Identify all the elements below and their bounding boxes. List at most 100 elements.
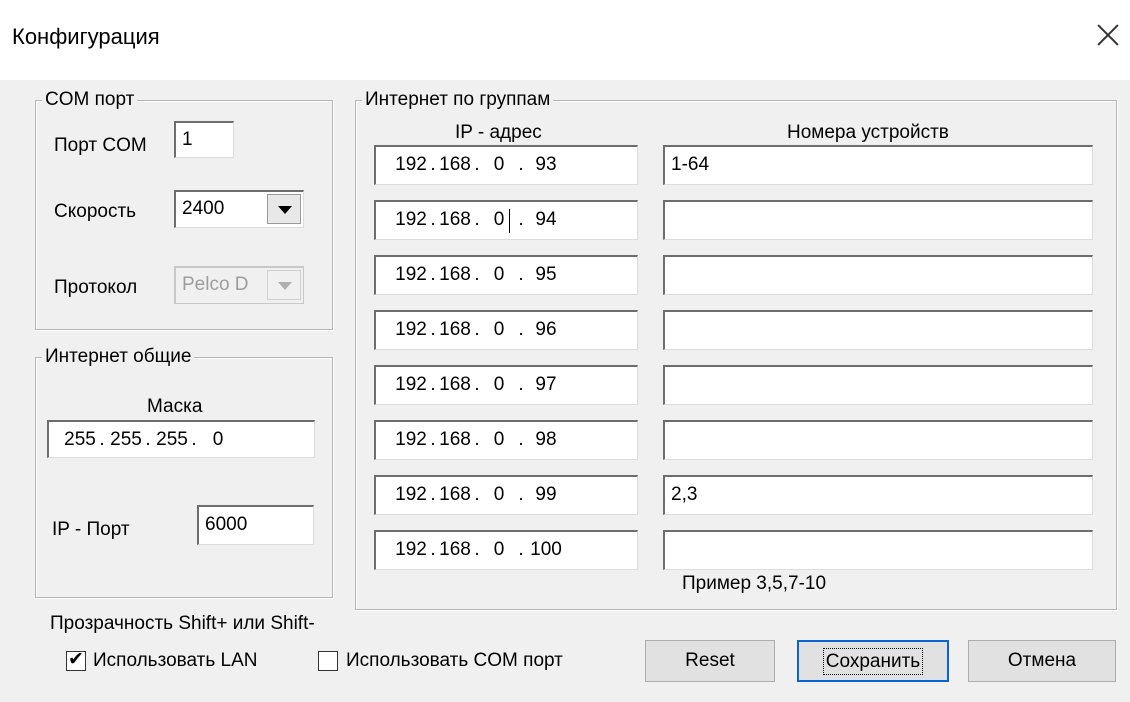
ip-octet-3: 0 xyxy=(493,209,505,230)
ip-dot: . xyxy=(430,154,436,175)
ip-octet-3: 0 xyxy=(493,264,505,285)
mask-dot: . xyxy=(191,429,197,450)
ip-port-input[interactable]: 6000 xyxy=(197,505,314,545)
ip-octet-4: 95 xyxy=(535,264,557,285)
ip-octet-1: 192 xyxy=(395,429,427,450)
window-title: Конфигурация xyxy=(12,24,160,49)
speed-value: 2400 xyxy=(182,198,225,219)
ip-octet-3: 0 xyxy=(493,484,505,505)
ip-dot: . xyxy=(430,374,436,395)
device-numbers-input[interactable] xyxy=(663,255,1093,295)
ip-octet-4: 100 xyxy=(530,539,562,560)
ip-octet-3: 0 xyxy=(493,539,505,560)
ip-dot: . xyxy=(518,429,524,450)
device-numbers-header: Номера устройств xyxy=(787,122,949,143)
ip-octet-2: 168 xyxy=(439,429,471,450)
com-port-legend: COM порт xyxy=(42,88,138,112)
ip-dot: . xyxy=(474,429,480,450)
ip-address-input[interactable]: 192 168 0 94... xyxy=(374,200,638,240)
ip-dot: . xyxy=(518,154,524,175)
cancel-button[interactable]: Отмена xyxy=(968,640,1116,682)
ip-dot: . xyxy=(474,539,480,560)
use-lan-label[interactable]: Использовать LAN xyxy=(93,649,258,673)
ip-octet-1: 192 xyxy=(395,484,427,505)
protocol-dropdown-button xyxy=(267,270,301,300)
ip-address-input[interactable]: 192 168 0 97... xyxy=(374,365,638,405)
device-numbers-input[interactable] xyxy=(663,200,1093,240)
device-numbers-input[interactable] xyxy=(663,310,1093,350)
ip-octet-2: 168 xyxy=(439,264,471,285)
ip-octet-4: 94 xyxy=(535,209,557,230)
mask-dot: . xyxy=(99,429,105,450)
internet-general-group: Интернет общие xyxy=(35,345,333,598)
ip-octet-2: 168 xyxy=(439,484,471,505)
ip-dot: . xyxy=(518,319,524,340)
ip-octet-1: 192 xyxy=(395,374,427,395)
ip-octet-2: 168 xyxy=(439,209,471,230)
ip-octet-4: 99 xyxy=(535,484,557,505)
speed-label: Скорость xyxy=(54,201,137,222)
mask-octet-2: 255 xyxy=(110,429,142,450)
ip-dot: . xyxy=(430,264,436,285)
title-bar: Конфигурация xyxy=(0,0,1130,80)
use-com-checkbox[interactable] xyxy=(318,651,338,671)
port-com-input[interactable]: 1 xyxy=(174,121,234,158)
use-com-label[interactable]: Использовать COM порт xyxy=(346,649,563,673)
ip-octet-1: 192 xyxy=(395,264,427,285)
protocol-value: Pelco D xyxy=(182,274,249,295)
ip-address-input[interactable]: 192 168 0 100... xyxy=(374,530,638,570)
ip-octet-4: 93 xyxy=(535,154,557,175)
text-caret xyxy=(509,209,510,233)
speed-dropdown-button[interactable] xyxy=(267,194,301,224)
internet-general-legend: Интернет общие xyxy=(42,345,195,369)
ip-octet-3: 0 xyxy=(493,374,505,395)
reset-button[interactable]: Reset xyxy=(645,640,775,682)
ip-octet-1: 192 xyxy=(395,539,427,560)
ip-dot: . xyxy=(518,484,524,505)
port-com-label: Порт COM xyxy=(54,135,147,156)
ip-port-label: IP - Порт xyxy=(52,519,130,540)
ip-dot: . xyxy=(430,484,436,505)
ip-address-input[interactable]: 192 168 0 93... xyxy=(374,145,638,185)
ip-octet-2: 168 xyxy=(439,319,471,340)
device-numbers-input[interactable] xyxy=(663,420,1093,460)
ip-octet-4: 97 xyxy=(535,374,557,395)
ip-address-input[interactable]: 192 168 0 98... xyxy=(374,420,638,460)
ip-octet-1: 192 xyxy=(395,319,427,340)
close-icon[interactable] xyxy=(1090,18,1126,54)
ip-dot: . xyxy=(430,429,436,450)
ip-dot: . xyxy=(474,319,480,340)
ip-dot: . xyxy=(518,209,524,230)
speed-select[interactable]: 2400 xyxy=(174,190,304,228)
protocol-label: Протокол xyxy=(54,277,138,298)
ip-address-input[interactable]: 192 168 0 95... xyxy=(374,255,638,295)
device-numbers-input[interactable] xyxy=(663,530,1093,570)
ip-octet-1: 192 xyxy=(395,209,427,230)
ip-dot: . xyxy=(518,374,524,395)
ip-address-input[interactable]: 192 168 0 96... xyxy=(374,310,638,350)
ip-address-input[interactable]: 192 168 0 99... xyxy=(374,475,638,515)
ip-dot: . xyxy=(430,209,436,230)
chevron-down-icon xyxy=(278,206,292,214)
device-numbers-input[interactable]: 1-64 xyxy=(663,145,1093,185)
ip-dot: . xyxy=(430,319,436,340)
mask-octet-4: 0 xyxy=(212,429,224,450)
ip-dot: . xyxy=(474,264,480,285)
ip-dot: . xyxy=(474,209,480,230)
protocol-select: Pelco D xyxy=(174,266,304,304)
ip-dot: . xyxy=(518,264,524,285)
use-lan-checkbox[interactable]: ✔ xyxy=(66,649,86,671)
ip-octet-4: 98 xyxy=(535,429,557,450)
save-button[interactable]: Сохранить xyxy=(797,640,949,682)
save-button-label: Сохранить xyxy=(822,648,924,675)
mask-label: Маска xyxy=(147,396,203,417)
ip-octet-2: 168 xyxy=(439,374,471,395)
ip-octet-1: 192 xyxy=(395,154,427,175)
ip-dot: . xyxy=(474,154,480,175)
ip-octet-3: 0 xyxy=(493,429,505,450)
mask-input[interactable]: 255 . 255 . 255 . 0 xyxy=(47,420,315,458)
device-numbers-input[interactable] xyxy=(663,365,1093,405)
device-numbers-input[interactable]: 2,3 xyxy=(663,475,1093,515)
ip-octet-3: 0 xyxy=(493,154,505,175)
ip-dot: . xyxy=(518,539,524,560)
